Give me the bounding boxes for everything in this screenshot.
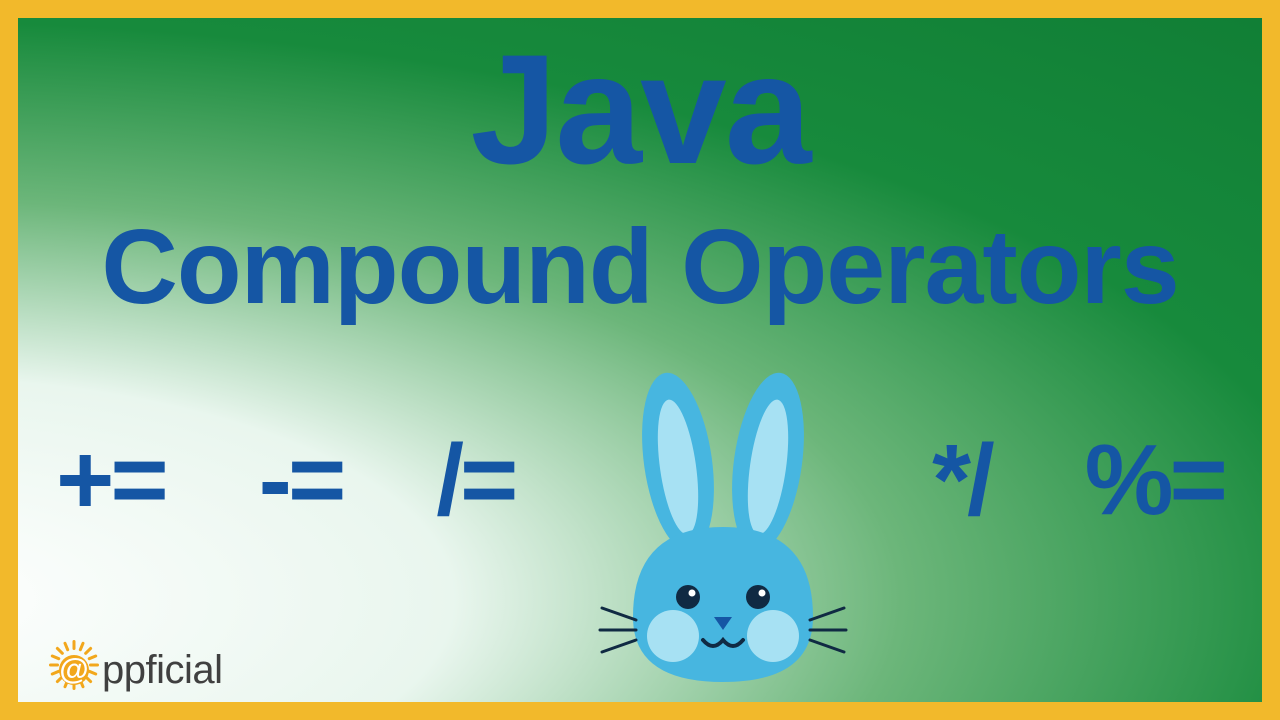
rabbit-icon — [598, 372, 848, 692]
logo-at-symbol: @ — [48, 644, 100, 696]
operator-times-slash: */ — [932, 423, 991, 538]
sun-icon: @ — [48, 644, 100, 696]
operator-divide-equals: /= — [436, 423, 514, 538]
title: Java — [470, 32, 809, 188]
operator-modulo-equals: %= — [1085, 423, 1224, 538]
brand-logo: @ ppficial — [48, 644, 223, 696]
operators-row: += -= /= — [56, 340, 1224, 620]
slide-frame: Java Compound Operators += -= /= — [0, 0, 1280, 720]
rabbit-mascot — [608, 340, 838, 620]
operator-plus-equals: += — [56, 423, 165, 538]
logo-text: ppficial — [102, 648, 223, 693]
subtitle: Compound Operators — [101, 214, 1178, 320]
operator-minus-equals: -= — [259, 423, 343, 538]
